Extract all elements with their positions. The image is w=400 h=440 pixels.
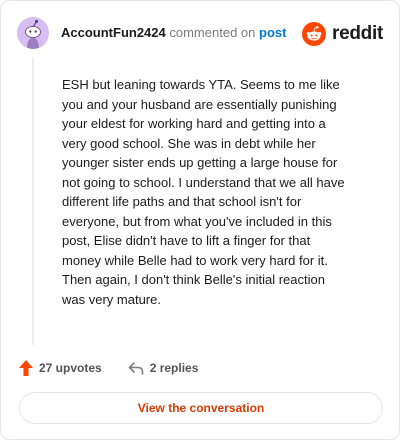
reddit-logo[interactable]: reddit <box>302 21 383 47</box>
action-text: commented on <box>169 25 256 40</box>
comment-line: Then again, I don't think Belle's initia… <box>62 272 325 287</box>
comment-line: different life paths and that school isn… <box>62 194 302 209</box>
upvote-count: 27 upvotes <box>39 361 102 375</box>
comment-line: your eldest for working hard and getting… <box>62 116 326 131</box>
comment-line: not going to school. I understand that w… <box>62 174 345 190</box>
reddit-wordmark: reddit <box>332 23 383 44</box>
comment-line: everyone, but from what you've included … <box>62 213 332 229</box>
comment-line: younger sister ends up getting a large h… <box>62 155 338 170</box>
comment-line: was very mature. <box>62 291 161 307</box>
thread-line[interactable] <box>32 57 34 345</box>
upvote-button[interactable]: 27 upvotes <box>19 360 102 376</box>
snoo-avatar-icon <box>17 17 49 49</box>
comment-line: post, Elise didn't have to lift a finger… <box>62 233 311 248</box>
reddit-snoo-icon <box>302 22 327 46</box>
comment-footer: 27 upvotes 2 replies <box>19 359 198 377</box>
upvote-arrow-icon <box>19 360 33 376</box>
avatar[interactable] <box>17 17 49 49</box>
comment-line: ESH but leaning towards YTA. Seems to me… <box>62 77 340 92</box>
replies-button[interactable]: 2 replies <box>128 361 199 375</box>
comment-body: ESH but leaning towards YTA. Seems to me… <box>62 75 382 309</box>
comment-card: AccountFun2424 commented on post reddit … <box>0 0 400 440</box>
view-conversation-button[interactable]: View the conversation <box>19 392 383 424</box>
comment-line: very good school. She was in debt while … <box>62 135 316 151</box>
reply-arrow-icon <box>128 362 144 375</box>
comment-line: you and your husband are essentially pun… <box>62 96 337 112</box>
comment-header: AccountFun2424 commented on post <box>61 25 286 41</box>
author-name[interactable]: AccountFun2424 <box>61 25 166 40</box>
comment-line: money while Belle had to work very hard … <box>62 252 328 268</box>
post-link[interactable]: post <box>259 25 286 40</box>
reply-count: 2 replies <box>149 361 199 375</box>
